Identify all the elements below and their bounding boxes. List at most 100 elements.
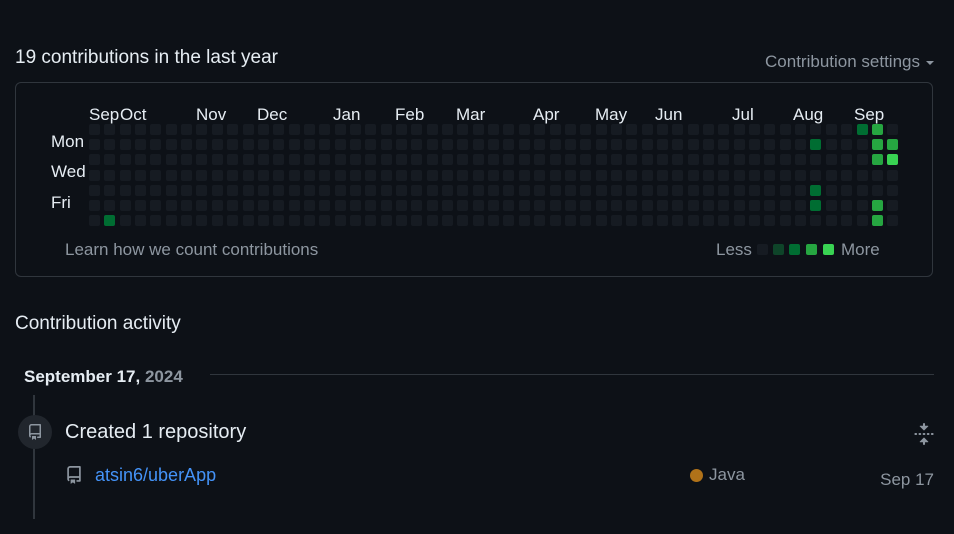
contribution-day-cell[interactable]	[365, 200, 376, 211]
contribution-day-cell[interactable]	[764, 170, 775, 181]
contribution-day-cell[interactable]	[381, 200, 392, 211]
contribution-day-cell[interactable]	[457, 124, 468, 135]
contribution-day-cell[interactable]	[181, 154, 192, 165]
contribution-day-cell[interactable]	[166, 170, 177, 181]
contribution-day-cell[interactable]	[365, 124, 376, 135]
contribution-day-cell[interactable]	[841, 170, 852, 181]
contribution-day-cell[interactable]	[749, 215, 760, 226]
contribution-day-cell[interactable]	[120, 200, 131, 211]
contribution-day-cell[interactable]	[258, 124, 269, 135]
contribution-day-cell[interactable]	[764, 139, 775, 150]
contribution-day-cell[interactable]	[212, 124, 223, 135]
contribution-day-cell[interactable]	[365, 185, 376, 196]
contribution-day-cell[interactable]	[596, 124, 607, 135]
contribution-day-cell[interactable]	[657, 154, 668, 165]
contribution-day-cell[interactable]	[611, 139, 622, 150]
learn-contributions-link[interactable]: Learn how we count contributions	[65, 240, 318, 260]
contribution-day-cell[interactable]	[810, 215, 821, 226]
contribution-day-cell[interactable]	[166, 215, 177, 226]
contribution-day-cell[interactable]	[135, 200, 146, 211]
contribution-day-cell[interactable]	[534, 154, 545, 165]
contribution-day-cell[interactable]	[565, 185, 576, 196]
contribution-day-cell[interactable]	[519, 124, 530, 135]
contribution-day-cell[interactable]	[703, 124, 714, 135]
contribution-day-cell[interactable]	[826, 139, 837, 150]
contribution-day-cell[interactable]	[642, 185, 653, 196]
contribution-day-cell[interactable]	[457, 200, 468, 211]
contribution-day-cell[interactable]	[718, 139, 729, 150]
contribution-day-cell[interactable]	[289, 215, 300, 226]
contribution-day-cell[interactable]	[258, 154, 269, 165]
contribution-day-cell[interactable]	[503, 170, 514, 181]
contribution-day-cell[interactable]	[657, 200, 668, 211]
contribution-day-cell[interactable]	[120, 154, 131, 165]
contribution-day-cell[interactable]	[350, 154, 361, 165]
contribution-day-cell[interactable]	[703, 170, 714, 181]
contribution-day-cell[interactable]	[872, 170, 883, 181]
contribution-day-cell[interactable]	[427, 200, 438, 211]
contribution-day-cell[interactable]	[427, 154, 438, 165]
contribution-day-cell[interactable]	[243, 170, 254, 181]
contribution-day-cell[interactable]	[734, 200, 745, 211]
contribution-day-cell[interactable]	[718, 154, 729, 165]
contribution-day-cell[interactable]	[857, 154, 868, 165]
contribution-day-cell[interactable]	[350, 200, 361, 211]
contribution-day-cell[interactable]	[196, 200, 207, 211]
contribution-day-cell[interactable]	[150, 215, 161, 226]
contribution-day-cell[interactable]	[872, 185, 883, 196]
contribution-day-cell[interactable]	[657, 185, 668, 196]
contribution-day-cell[interactable]	[104, 215, 115, 226]
contribution-day-cell[interactable]	[196, 124, 207, 135]
contribution-day-cell[interactable]	[718, 215, 729, 226]
contribution-day-cell[interactable]	[734, 170, 745, 181]
contribution-day-cell[interactable]	[135, 139, 146, 150]
contribution-day-cell[interactable]	[319, 154, 330, 165]
contribution-day-cell[interactable]	[642, 139, 653, 150]
contribution-day-cell[interactable]	[427, 139, 438, 150]
contribution-day-cell[interactable]	[212, 170, 223, 181]
contribution-day-cell[interactable]	[227, 139, 238, 150]
contribution-day-cell[interactable]	[841, 139, 852, 150]
contribution-day-cell[interactable]	[104, 124, 115, 135]
contribution-day-cell[interactable]	[227, 215, 238, 226]
contribution-day-cell[interactable]	[550, 215, 561, 226]
contribution-day-cell[interactable]	[887, 185, 898, 196]
contribution-day-cell[interactable]	[442, 185, 453, 196]
contribution-day-cell[interactable]	[243, 124, 254, 135]
contribution-day-cell[interactable]	[887, 200, 898, 211]
contribution-day-cell[interactable]	[734, 124, 745, 135]
contribution-day-cell[interactable]	[580, 154, 591, 165]
contribution-day-cell[interactable]	[89, 185, 100, 196]
contribution-day-cell[interactable]	[642, 124, 653, 135]
contribution-day-cell[interactable]	[503, 154, 514, 165]
contribution-day-cell[interactable]	[810, 139, 821, 150]
contribution-day-cell[interactable]	[289, 124, 300, 135]
contribution-day-cell[interactable]	[473, 185, 484, 196]
contribution-day-cell[interactable]	[611, 215, 622, 226]
contribution-day-cell[interactable]	[411, 185, 422, 196]
contribution-day-cell[interactable]	[427, 185, 438, 196]
contribution-day-cell[interactable]	[688, 170, 699, 181]
contribution-day-cell[interactable]	[734, 215, 745, 226]
contribution-day-cell[interactable]	[442, 139, 453, 150]
fold-icon[interactable]	[913, 423, 935, 445]
contribution-day-cell[interactable]	[411, 154, 422, 165]
contribution-day-cell[interactable]	[534, 215, 545, 226]
contribution-day-cell[interactable]	[319, 139, 330, 150]
contribution-day-cell[interactable]	[381, 124, 392, 135]
contribution-day-cell[interactable]	[764, 154, 775, 165]
contribution-day-cell[interactable]	[135, 215, 146, 226]
contribution-day-cell[interactable]	[488, 139, 499, 150]
contribution-day-cell[interactable]	[181, 139, 192, 150]
contribution-day-cell[interactable]	[273, 154, 284, 165]
contribution-day-cell[interactable]	[519, 215, 530, 226]
contribution-day-cell[interactable]	[810, 170, 821, 181]
contribution-day-cell[interactable]	[473, 200, 484, 211]
contribution-day-cell[interactable]	[841, 185, 852, 196]
contribution-day-cell[interactable]	[749, 124, 760, 135]
contribution-day-cell[interactable]	[396, 124, 407, 135]
contribution-day-cell[interactable]	[872, 215, 883, 226]
contribution-day-cell[interactable]	[749, 170, 760, 181]
contribution-day-cell[interactable]	[120, 170, 131, 181]
contribution-day-cell[interactable]	[427, 170, 438, 181]
